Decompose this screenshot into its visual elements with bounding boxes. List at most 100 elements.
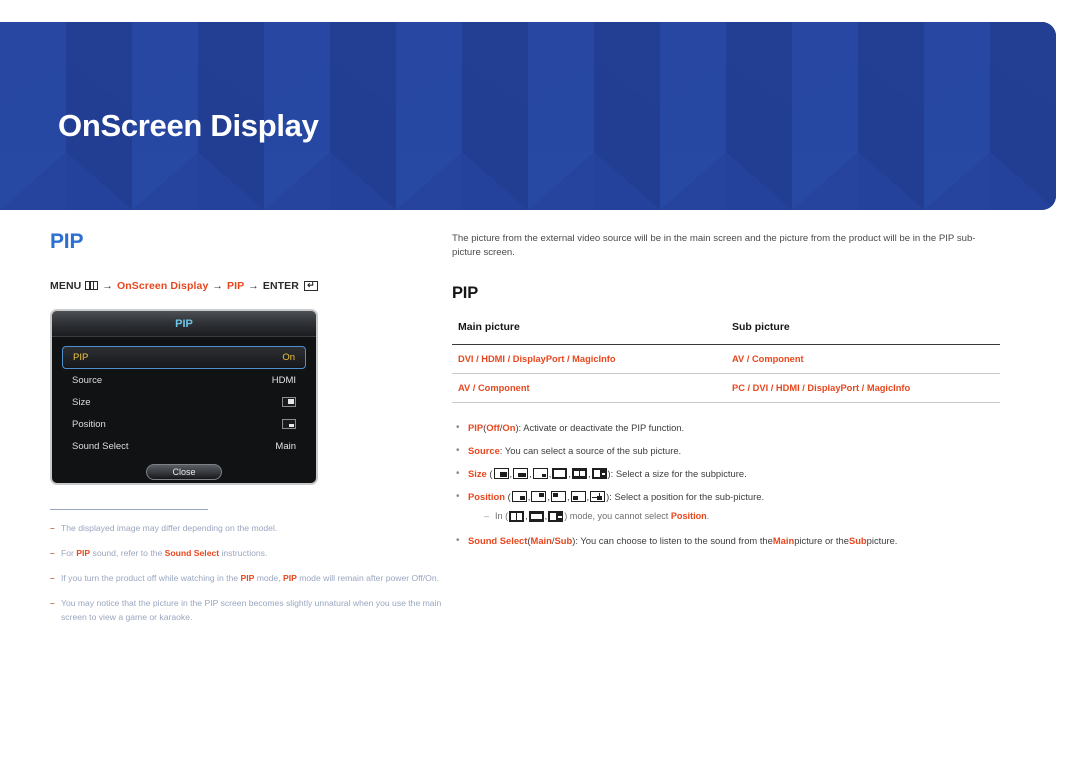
pip-source-table: Main picture Sub picture DVI / HDMI / Di… [452, 321, 1000, 403]
path-item-onscreen-display[interactable]: OnScreen Display [117, 280, 208, 292]
footnote-item: – If you turn the product off while watc… [50, 571, 442, 585]
bullet-dot: • [456, 422, 460, 433]
size-small-br-icon [493, 468, 509, 479]
footnote-dash: – [50, 523, 55, 533]
path-arrow-2: → [212, 280, 224, 292]
osd-row-label: PIP [73, 352, 89, 363]
position-top-left-icon [550, 491, 566, 502]
bullet-dot: • [456, 468, 460, 479]
bullet-dot: • [456, 445, 460, 456]
bullet-suffix: ): Select a position for the sub-picture… [606, 491, 765, 502]
position-thumbnail-icon [282, 419, 296, 429]
position-top-right-icon [531, 491, 547, 502]
bullet-text: Position ( , , , , ): Select a position … [468, 491, 765, 502]
subnote-dash: – [484, 511, 490, 521]
bullet-item-sound-select: • Sound Select (Main / Sub): You can cho… [452, 533, 1000, 548]
osd-close-wrapper: Close [62, 464, 306, 480]
subnote-position-restriction: – In ( , , ) mode, you cannot select Pos… [452, 509, 1000, 524]
table-row: DVI / HDMI / DisplayPort / MagicInfo AV … [452, 344, 1000, 374]
table-cell-main: AV / Component [452, 373, 726, 403]
footnote-text: If you turn the product off while watchi… [61, 573, 440, 583]
osd-row-value: Main [275, 440, 296, 452]
page-title: OnScreen Display [58, 108, 319, 143]
position-bottom-right-icon [511, 491, 527, 502]
footnote-dash: – [50, 548, 55, 558]
table-header-row: Main picture Sub picture [452, 321, 1000, 345]
bullet-dot: • [456, 491, 460, 502]
size-thumbnail-icon [282, 397, 296, 407]
size-split-quad-icon [528, 511, 544, 522]
osd-row-size[interactable]: Size [62, 391, 306, 413]
bullet-text: Source: You can select a source of the s… [468, 445, 682, 456]
path-arrow-1: → [102, 280, 113, 292]
close-button[interactable]: Close [146, 464, 222, 480]
bullet-item-source: • Source: You can select a source of the… [452, 443, 1000, 458]
footnote-divider [50, 509, 208, 510]
bullet-list: • PIP (Off / On): Activate or deactivate… [452, 420, 1000, 548]
size-split-quad-icon [571, 468, 587, 479]
bullet-item-size: • Size ( , , , , , ): Select a size for … [452, 466, 1000, 481]
subnote-prefix: In ( [495, 511, 509, 521]
subnote-suffix: ) mode, you cannot select Position. [564, 511, 710, 521]
footnote-text: The displayed image may differ depending… [61, 523, 278, 533]
osd-row-label: Sound Select [72, 440, 129, 452]
table-row: AV / Component PC / DVI / HDMI / Display… [452, 373, 1000, 403]
path-arrow-3: → [248, 280, 259, 292]
bullet-item-position: • Position ( , , , , ): Select a positio… [452, 489, 1000, 504]
enter-return-icon: ↵ [303, 280, 318, 291]
footnote-dash: – [50, 573, 55, 583]
position-move-icon [590, 491, 606, 502]
column-header-sub-picture: Sub picture [726, 321, 1000, 345]
osd-row-label: Source [72, 374, 103, 386]
bullet-prefix: Size ( [468, 468, 493, 479]
size-split-side-icon [548, 511, 564, 522]
menu-bars-icon [85, 281, 99, 290]
menu-label: MENU [50, 280, 82, 292]
footnote-item: – For PIP sound, refer to the Sound Sele… [50, 546, 442, 560]
osd-row-position[interactable]: Position [62, 413, 306, 435]
bullet-suffix: ): Select a size for the subpicture. [607, 468, 747, 479]
section-heading-pip: PIP [50, 230, 84, 253]
size-tiny-br-icon [532, 468, 548, 479]
bullet-dot: • [456, 535, 460, 546]
osd-row-source[interactable]: Source HDMI [62, 369, 306, 391]
bullet-text: Sound Select (Main / Sub): You can choos… [468, 535, 898, 546]
bullet-text: PIP (Off / On): Activate or deactivate t… [468, 422, 685, 433]
osd-row-value: HDMI [271, 374, 296, 386]
right-column: The picture from the external video sour… [452, 232, 1000, 556]
page-header-banner: OnScreen Display [0, 22, 1056, 210]
size-split-vertical-icon [509, 511, 525, 522]
table-cell-sub: AV / Component [726, 344, 1000, 374]
table-cell-main: DVI / HDMI / DisplayPort / MagicInfo [452, 344, 726, 374]
bullet-item-pip: • PIP (Off / On): Activate or deactivate… [452, 420, 1000, 435]
position-bottom-left-icon [570, 491, 586, 502]
footnote-text: You may notice that the picture in the P… [61, 598, 442, 622]
footnotes-list: – The displayed image may differ dependi… [50, 509, 442, 624]
osd-row-label: Size [72, 396, 91, 408]
path-item-pip[interactable]: PIP [227, 280, 244, 292]
osd-row-label: Position [72, 418, 106, 430]
bullet-prefix: Position ( [468, 491, 511, 502]
menu-path-breadcrumb: MENU → OnScreen Display → PIP → ENTER ↵ [50, 280, 440, 292]
footnote-item: – You may notice that the picture in the… [50, 596, 442, 624]
osd-title: PIP [52, 311, 316, 337]
osd-row-pip[interactable]: PIP On [62, 346, 306, 369]
osd-row-value: On [282, 352, 295, 363]
footnote-text: For PIP sound, refer to the Sound Select… [61, 548, 268, 558]
intro-paragraph: The picture from the external video sour… [452, 233, 976, 258]
footnote-item: – The displayed image may differ dependi… [50, 521, 442, 535]
size-split-vertical-icon [552, 468, 568, 479]
osd-row-sound-select[interactable]: Sound Select Main [62, 435, 306, 457]
enter-label: ENTER [262, 280, 299, 292]
size-wide-br-icon [513, 468, 529, 479]
subnote-text: In ( , , ) mode, you cannot select Posit… [495, 509, 709, 524]
pip-table-heading: PIP [452, 284, 478, 302]
left-column: PIP MENU → OnScreen Display → PIP → ENTE… [50, 230, 442, 635]
bullet-text: Size ( , , , , , ): Select a size for th… [468, 468, 747, 479]
osd-rows: PIP On Source HDMI Size Position Sound S… [52, 337, 316, 480]
column-header-main-picture: Main picture [452, 321, 726, 345]
size-split-side-icon [591, 468, 607, 479]
footnote-dash: – [50, 598, 55, 608]
osd-menu-panel: PIP PIP On Source HDMI Size Position Sou… [50, 309, 318, 485]
table-cell-sub: PC / DVI / HDMI / DisplayPort / MagicInf… [726, 373, 1000, 403]
